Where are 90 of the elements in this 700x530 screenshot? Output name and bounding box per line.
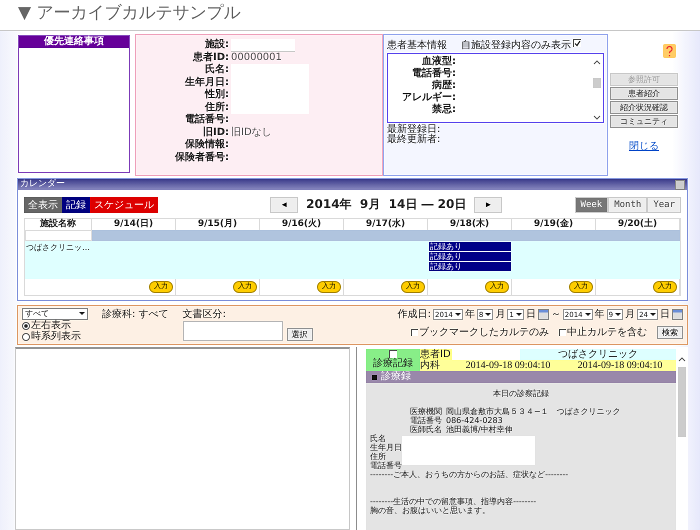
field-label: 最新登録日: <box>387 125 442 135</box>
doc-type-label: 文書区分: <box>182 308 227 321</box>
side-button[interactable]: コミュニティ <box>610 115 678 128</box>
close-link[interactable]: 閉じる <box>629 139 659 153</box>
record-text: --------生活の中での留意事項、指導内容-------- <box>370 497 538 506</box>
patient-label: 住所 <box>370 452 387 461</box>
field-label: 施設: <box>204 39 230 52</box>
search-button[interactable]: 検索 <box>657 326 683 338</box>
date-unit: 年 <box>594 308 605 321</box>
checkbox[interactable] <box>559 328 566 336</box>
field-label: アレルギー: <box>401 92 456 104</box>
view-tab[interactable]: Month <box>608 196 648 212</box>
scope-select[interactable]: すべて <box>22 308 88 320</box>
date-unit: 日 <box>660 308 670 321</box>
field-label: 氏名: <box>204 64 230 76</box>
help-icon[interactable] <box>662 44 676 58</box>
range-separator: ～ <box>550 308 561 321</box>
field-label: 旧ID: <box>202 126 230 138</box>
minimize-icon[interactable] <box>675 180 685 190</box>
checkbox[interactable] <box>411 328 418 336</box>
record-text: 胸の音、お腹はいいと思います。 <box>370 506 491 515</box>
patient-id-label: 患者ID <box>420 349 452 360</box>
next-button[interactable]: ► <box>474 196 502 212</box>
panel-title: カレンダー <box>20 179 65 190</box>
section-title: 診療録 <box>381 371 411 383</box>
facility-field <box>231 39 295 52</box>
created-date-label: 作成日: <box>398 308 432 321</box>
checkbox-label: ブックマークしたカルテのみ <box>419 326 549 339</box>
field-label: 病歴: <box>430 80 456 92</box>
field-label: 電話番号: <box>184 114 230 126</box>
scrollbar-icon[interactable] <box>591 58 603 122</box>
header-label: 医師氏名 <box>410 425 442 434</box>
field-label: 保険者番号: <box>174 152 230 164</box>
date-unit: 日 <box>526 308 536 321</box>
date-unit: 月 <box>495 308 506 321</box>
record-checkbox[interactable] <box>389 350 397 358</box>
facility-name: つばさクリニッ… <box>26 243 90 252</box>
header-value: 岡山県倉敷市大島５３４−１ つばさクリニック <box>446 407 621 416</box>
clinic-name: つばさクリニック <box>557 349 639 360</box>
field-label: 電話番号: <box>411 68 456 80</box>
record-event[interactable]: 記録あり <box>429 262 511 271</box>
prev-button[interactable]: ◄ <box>270 196 298 212</box>
view-tab[interactable]: Week <box>574 196 608 212</box>
calendar-icon[interactable] <box>672 309 683 320</box>
patient-label: 生年月日 <box>370 443 402 452</box>
record-text: --------ご本人、おうちの方からのお話、症状など-------- <box>370 470 570 479</box>
field-label: 患者ID: <box>192 52 230 64</box>
field-label: 生年月日: <box>184 76 230 88</box>
record-type: 診療記録 <box>373 358 413 369</box>
filter-button[interactable]: スケジュール <box>90 196 158 212</box>
doc-type-field[interactable] <box>182 321 283 341</box>
field-label: 性別: <box>204 89 230 102</box>
calendar-icon[interactable] <box>538 309 549 320</box>
record-event[interactable]: 記録あり <box>429 242 511 251</box>
layout-radio[interactable]: 左右表示 <box>22 320 88 331</box>
department-label: 診療科: すべて <box>102 308 169 322</box>
field-label: 禁忌: <box>431 104 456 116</box>
patient-label: 電話番号 <box>370 461 402 470</box>
date-unit: 年 <box>464 308 475 321</box>
panel-title: 患者基本情報 <box>387 38 447 52</box>
header-value: 086-424-0283 <box>446 416 503 425</box>
header-label: 医療機関 <box>410 407 442 416</box>
field-label: 最終更新者: <box>387 135 442 145</box>
created-time: 2014-09-18 09:04:10 <box>464 360 552 371</box>
date-unit: 月 <box>625 308 636 321</box>
field-label: 住所: <box>204 102 230 114</box>
document-title: 本日の診察記録 <box>492 389 550 398</box>
field-value: 00000001 <box>231 52 282 64</box>
filter-button[interactable]: 記録 <box>62 196 90 212</box>
panel-title: 優先連絡事項 <box>19 36 129 48</box>
checkbox-label: 中止カルテを含む <box>567 326 647 339</box>
square-icon <box>372 374 377 380</box>
filter-button[interactable]: 全表示 <box>24 196 62 212</box>
layout-radio[interactable]: 時系列表示 <box>22 331 88 342</box>
page-title: ▼ アーカイブカルテサンプル <box>0 0 700 31</box>
side-button[interactable]: 患者紹介 <box>610 87 678 100</box>
header-value: 池田義博/中村幸伸 <box>446 425 513 434</box>
record-event[interactable]: 記録あり <box>429 252 511 261</box>
period-label: 2014年 9月 14日 ― 20日 <box>306 196 466 213</box>
field-label: 保険情報: <box>184 139 230 152</box>
header-label: 電話番号 <box>410 416 442 425</box>
choose-button[interactable]: 選択 <box>286 328 313 341</box>
view-tab[interactable]: Year <box>647 196 681 212</box>
checkbox-label: 自施設登録内容のみ表示 <box>461 38 571 52</box>
field-value: 旧IDなし <box>231 126 272 139</box>
checkbox[interactable] <box>573 39 581 47</box>
field-label: 血液型: <box>421 56 456 68</box>
updated-time: 2014-09-18 09:04:10 <box>576 360 664 371</box>
side-button[interactable]: 紹介状況確認 <box>610 101 678 114</box>
patient-label: 氏名 <box>370 434 387 443</box>
